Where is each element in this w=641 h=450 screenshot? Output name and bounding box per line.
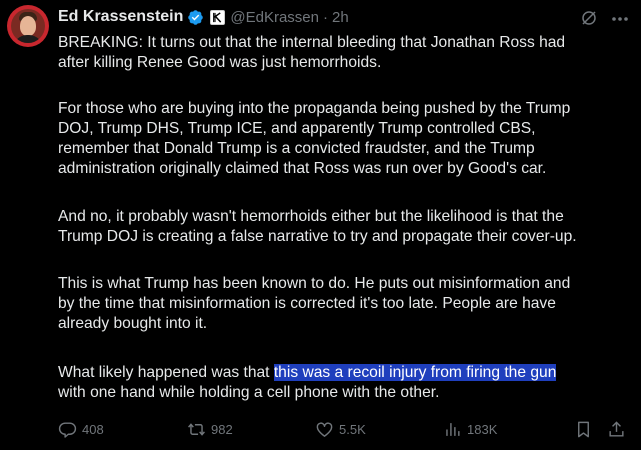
views-icon [446,423,460,436]
reply-count: 408 [82,422,104,437]
avatar[interactable] [7,5,49,47]
paragraph-1: BREAKING: It turns out that the internal… [58,34,566,71]
action-bar: 408 982 5.5K 183K [0,420,641,444]
reply-icon [58,422,77,438]
grok-icon[interactable] [580,9,598,27]
paragraph-2: For those who are buying into the propag… [58,100,571,177]
verified-badge-icon [188,9,204,25]
post-header: Ed Krassenstein @EdKrassen · 2h [58,6,349,28]
author-handle[interactable]: @EdKrassen [230,9,319,26]
repost-icon [188,423,205,436]
bookmark-icon[interactable] [574,420,593,439]
affiliate-k-icon[interactable] [210,9,226,25]
paragraph-4: This is what Trump has been known to do.… [58,275,571,332]
separator: · [323,8,328,26]
selected-text: this was a recoil injury from firing the… [273,364,557,381]
reply-button[interactable]: 408 [58,420,104,439]
repost-button[interactable]: 982 [187,420,233,439]
paragraph-5: What likely happened was that this was a… [58,364,557,401]
paragraph-3: And no, it probably wasn't hemorrhoids e… [58,208,577,245]
repost-count: 982 [211,422,233,437]
views-count: 183K [467,422,498,437]
like-count: 5.5K [339,422,366,437]
author-name[interactable]: Ed Krassenstein [58,8,183,26]
views-button[interactable]: 183K [443,420,497,439]
post-time[interactable]: 2h [332,9,349,26]
like-button[interactable]: 5.5K [315,420,366,439]
more-icon[interactable] [611,16,629,22]
like-icon [316,422,333,437]
share-icon[interactable] [607,420,626,439]
